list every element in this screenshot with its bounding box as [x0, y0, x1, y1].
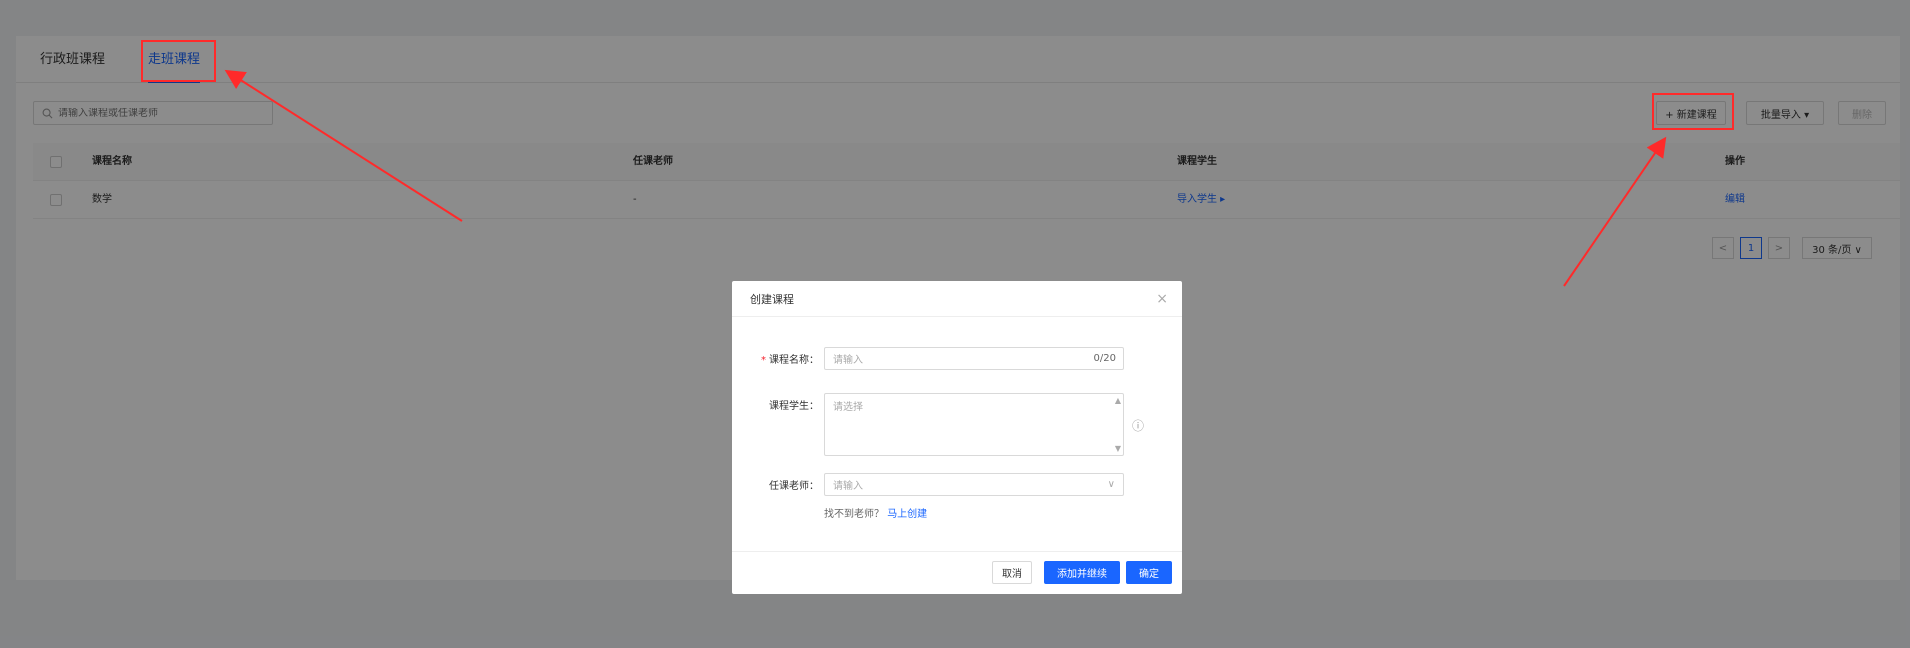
teacher-label: 任课老师：	[769, 481, 819, 492]
scroll-up-icon[interactable]: ▲	[1115, 396, 1121, 405]
required-mark: *	[761, 355, 766, 366]
dialog-title: 创建课程	[732, 281, 1182, 317]
create-course-dialog: 创建课程 × * 课程名称： 请输入 0/20 课程学生： 请选择 ▲ ▼ ⓘ 任…	[732, 281, 1182, 594]
course-students-textarea[interactable]: 请选择 ▲ ▼	[824, 393, 1124, 456]
dialog-footer: 取消 添加并继续 确定	[732, 551, 1182, 594]
teacher-select[interactable]: 请输入 ∨	[824, 473, 1124, 496]
close-icon[interactable]: ×	[1156, 291, 1168, 307]
chevron-down-icon: ∨	[1107, 479, 1115, 490]
cancel-button[interactable]: 取消	[992, 561, 1032, 584]
highlight-box-tab	[141, 40, 216, 82]
course-name-label: * 课程名称：	[761, 355, 819, 366]
create-teacher-hint: 找不到老师？ 马上创建	[824, 509, 928, 520]
char-counter: 0/20	[1093, 353, 1116, 364]
add-and-continue-button[interactable]: 添加并继续	[1044, 561, 1120, 584]
confirm-button[interactable]: 确定	[1126, 561, 1172, 584]
help-icon[interactable]: ⓘ	[1132, 417, 1144, 434]
scroll-down-icon[interactable]: ▼	[1115, 444, 1121, 453]
course-name-input[interactable]: 请输入 0/20	[824, 347, 1124, 370]
highlight-box-new-course	[1652, 93, 1734, 130]
create-teacher-link[interactable]: 马上创建	[887, 509, 927, 520]
course-students-label: 课程学生：	[769, 401, 819, 412]
